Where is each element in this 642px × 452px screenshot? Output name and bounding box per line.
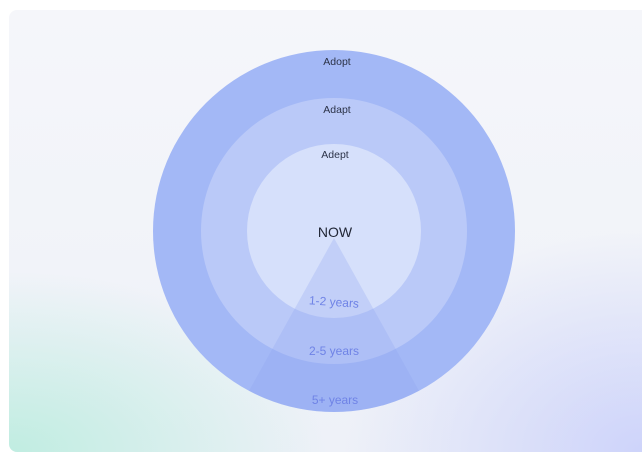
center-label: NOW <box>318 224 353 240</box>
ring-label-adept: Adept <box>321 149 349 161</box>
ring-label-adapt: Adapt <box>323 104 351 116</box>
horizon-label-5-plus-years: 5+ years <box>312 393 358 407</box>
horizon-label-2-5-years: 2-5 years <box>309 344 359 358</box>
horizon-diagram: Adopt Adapt Adept NOW 1-2 years 2-5 year… <box>153 50 515 412</box>
ring-label-adopt: Adopt <box>323 56 351 68</box>
